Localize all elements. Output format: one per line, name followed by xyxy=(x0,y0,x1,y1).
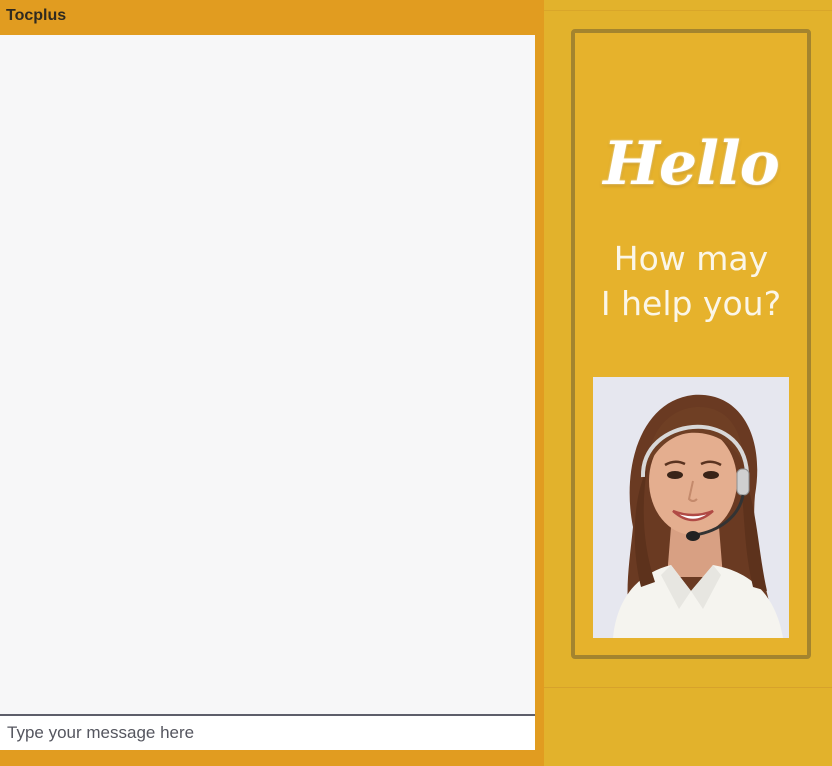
help-line-2: I help you? xyxy=(600,284,782,323)
message-input-container xyxy=(0,714,535,750)
welcome-panel: Hello How may I help you? xyxy=(544,0,832,766)
welcome-banner: Hello How may I help you? xyxy=(571,29,811,659)
message-area[interactable] xyxy=(0,35,535,714)
message-input[interactable] xyxy=(0,716,535,750)
agent-illustration xyxy=(593,377,789,638)
agent-photo xyxy=(593,377,789,638)
hello-heading: Hello xyxy=(603,129,779,199)
title-bar: Tocplus xyxy=(0,0,544,34)
help-message: How may I help you? xyxy=(575,236,807,326)
help-line-1: How may xyxy=(613,239,769,278)
divider xyxy=(544,687,832,688)
chat-title: Tocplus xyxy=(6,7,67,24)
divider xyxy=(544,10,832,11)
chat-panel: Tocplus xyxy=(0,0,544,766)
